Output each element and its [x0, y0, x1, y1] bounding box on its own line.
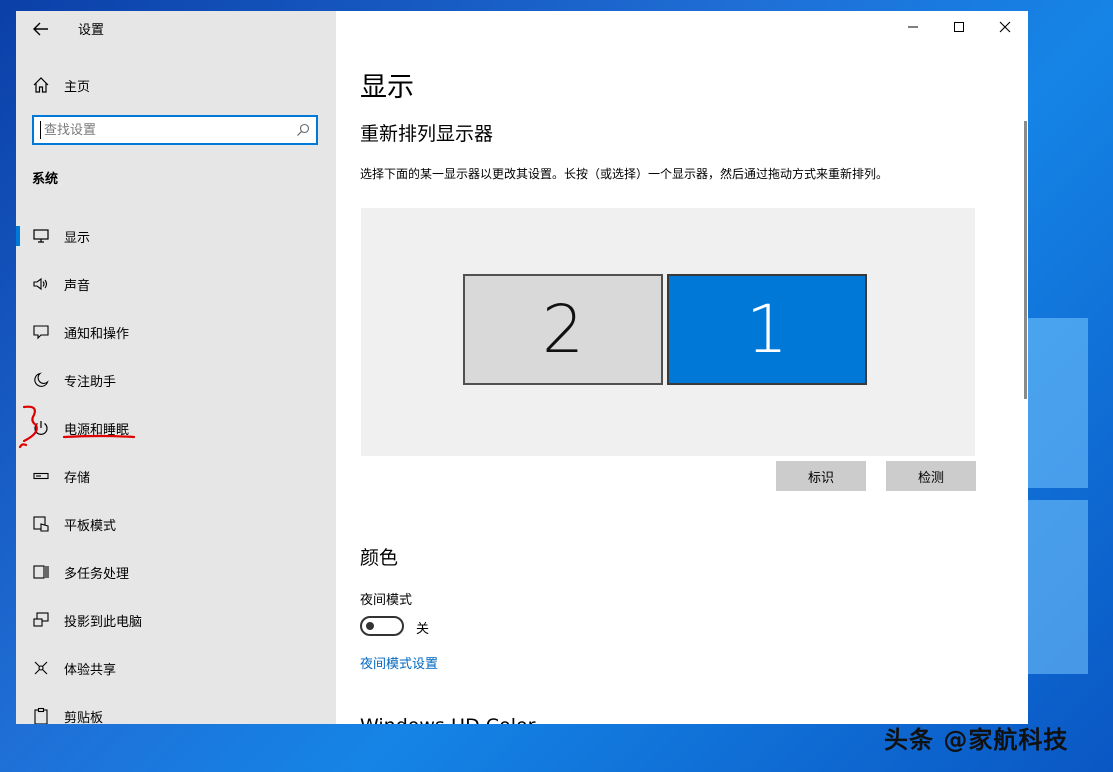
sidebar-item-focus-assist[interactable]: 专注助手	[16, 360, 336, 400]
monitor-icon	[32, 227, 50, 245]
sidebar-item-project[interactable]: 投影到此电脑	[16, 600, 336, 640]
section-label-system: 系统	[32, 172, 59, 187]
sidebar-item-home[interactable]: 主页	[32, 74, 90, 96]
active-indicator	[16, 226, 20, 246]
sidebar-item-multitasking[interactable]: 多任务处理	[16, 552, 336, 592]
monitor-2-tile[interactable]: 2	[463, 274, 663, 385]
sidebar-item-shared-experiences[interactable]: 体验共享	[16, 648, 336, 688]
back-button[interactable]	[30, 19, 52, 39]
share-icon	[32, 659, 50, 677]
speaker-icon	[32, 275, 50, 293]
night-light-state: 关	[416, 622, 430, 637]
monitor-1-tile[interactable]: 1	[667, 274, 867, 385]
night-light-label: 夜间模式	[360, 593, 413, 608]
project-icon	[32, 611, 50, 629]
sidebar: 设置 主页 系统 显示 声音 通知和操作 专注助手	[16, 11, 336, 724]
night-light-settings-link[interactable]: 夜间模式设置	[360, 653, 438, 672]
sidebar-item-display[interactable]: 显示	[16, 216, 336, 256]
sidebar-item-label: 声音	[64, 278, 91, 294]
back-arrow-icon	[33, 22, 48, 36]
maximize-icon	[954, 22, 964, 32]
page-title: 显示	[360, 72, 414, 103]
rearrange-description: 选择下面的某一显示器以更改其设置。长按（或选择）一个显示器，然后通过拖动方式来重…	[360, 167, 889, 181]
sidebar-item-label: 多任务处理	[64, 566, 130, 582]
sidebar-item-label: 投影到此电脑	[64, 614, 143, 630]
red-annotation-mark	[18, 405, 38, 449]
red-annotation-underline	[63, 434, 135, 439]
search-box[interactable]	[32, 115, 318, 145]
sidebar-item-label: 体验共享	[64, 662, 117, 678]
color-heading: 颜色	[360, 547, 399, 569]
detect-button[interactable]: 检测	[886, 461, 976, 491]
sidebar-item-label: 通知和操作	[64, 326, 130, 342]
sidebar-item-label: 剪贴板	[64, 710, 104, 725]
minimize-button[interactable]	[890, 11, 936, 43]
sidebar-item-power-sleep[interactable]: 电源和睡眠	[16, 408, 336, 448]
notification-icon	[32, 323, 50, 341]
storage-icon	[32, 467, 50, 485]
search-icon	[297, 123, 310, 136]
window-title: 设置	[78, 23, 105, 38]
sidebar-item-storage[interactable]: 存储	[16, 456, 336, 496]
close-icon	[999, 21, 1011, 33]
close-button[interactable]	[982, 11, 1028, 43]
toggle-knob	[366, 622, 374, 630]
sidebar-item-sound[interactable]: 声音	[16, 264, 336, 304]
sidebar-item-label: 主页	[64, 79, 91, 95]
maximize-button[interactable]	[936, 11, 982, 43]
multitasking-icon	[32, 563, 50, 581]
sidebar-item-label: 显示	[64, 230, 91, 246]
night-light-toggle[interactable]	[360, 616, 404, 636]
hd-color-heading: Windows HD Color	[360, 715, 535, 724]
watermark-text: 头条 @家航科技	[884, 726, 1069, 754]
desktop-windows-logo	[1028, 318, 1088, 678]
search-input[interactable]	[40, 121, 294, 139]
scrollbar[interactable]	[1024, 121, 1027, 399]
display-arrangement-area: 2 1	[361, 208, 975, 456]
main-content: 显示 重新排列显示器 选择下面的某一显示器以更改其设置。长按（或选择）一个显示器…	[336, 11, 1028, 724]
sidebar-item-clipboard[interactable]: 剪贴板	[16, 696, 336, 724]
sidebar-item-tablet-mode[interactable]: 平板模式	[16, 504, 336, 544]
sidebar-item-notifications[interactable]: 通知和操作	[16, 312, 336, 352]
moon-icon	[32, 371, 50, 389]
clipboard-icon	[32, 707, 50, 724]
home-icon	[33, 77, 49, 93]
sidebar-item-label: 专注助手	[64, 374, 117, 390]
sidebar-item-label: 存储	[64, 470, 91, 486]
settings-window: 设置 主页 系统 显示 声音 通知和操作 专注助手	[16, 11, 1028, 724]
tablet-mode-icon	[32, 515, 50, 533]
minimize-icon	[908, 26, 918, 28]
rearrange-heading: 重新排列显示器	[360, 123, 494, 145]
sidebar-item-label: 平板模式	[64, 518, 117, 534]
identify-button[interactable]: 标识	[776, 461, 866, 491]
